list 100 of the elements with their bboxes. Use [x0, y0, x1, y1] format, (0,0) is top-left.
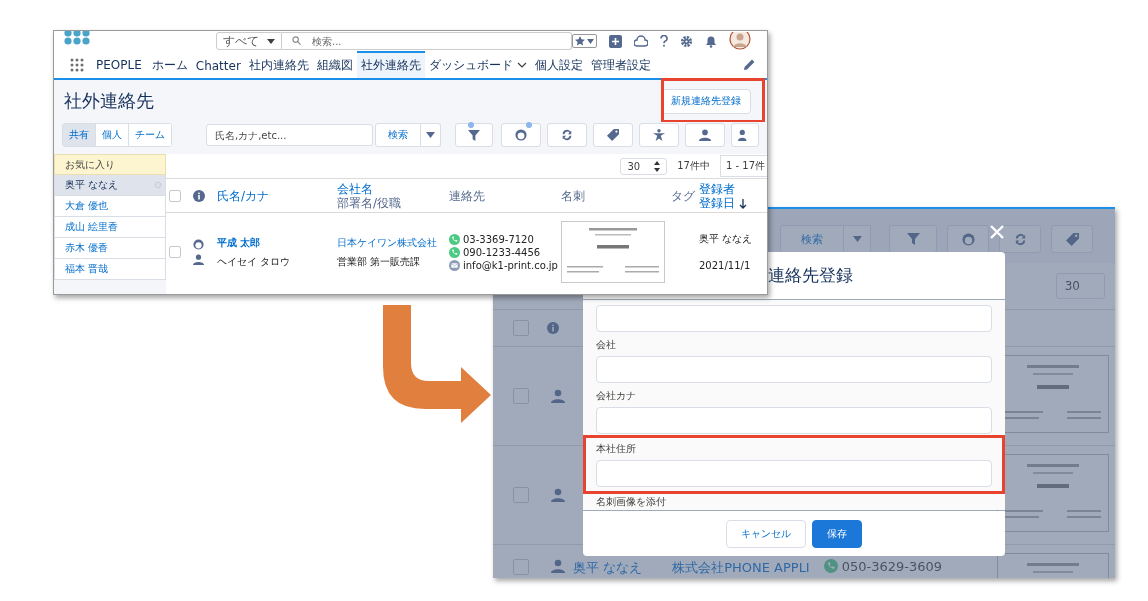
filter-button[interactable]: [454, 123, 493, 147]
search-button[interactable]: 検索: [375, 123, 422, 147]
input-field[interactable]: [596, 460, 992, 487]
phone-number[interactable]: 090-1233-4456: [463, 246, 541, 258]
registrant-name: 奥平 ななえ: [699, 231, 754, 246]
page-size-spinner[interactable]: 30: [1055, 273, 1105, 299]
filter-icon: [467, 129, 480, 141]
sync-icon: [1013, 232, 1027, 246]
tag-button[interactable]: [593, 123, 633, 147]
checkbox[interactable]: [513, 320, 529, 336]
sort-arrow-icon[interactable]: [739, 198, 747, 209]
avatar[interactable]: [729, 32, 751, 50]
column-header: 部署名/役職: [337, 195, 402, 210]
tag-button[interactable]: [1051, 225, 1093, 253]
caret-icon: [587, 38, 594, 44]
nav-tab[interactable]: 組織図: [312, 51, 357, 78]
person-button[interactable]: [685, 123, 725, 147]
field-label: 会社カナ: [596, 389, 637, 403]
favorites-header: お気に入り: [54, 154, 166, 175]
person-icon: [193, 254, 204, 265]
app-launcher-icon[interactable]: [70, 57, 84, 72]
input-field[interactable]: [596, 356, 992, 383]
company-name[interactable]: 日本ケイワン株式会社: [337, 235, 449, 250]
person-icon: [551, 559, 565, 573]
checkbox[interactable]: [169, 246, 181, 258]
checkbox[interactable]: [513, 487, 529, 503]
column-header: 名刺: [561, 188, 585, 203]
favorite-item[interactable]: 大倉 優也: [54, 196, 166, 217]
sync-button[interactable]: [999, 225, 1041, 253]
contact-name[interactable]: 平成 太郎: [217, 235, 337, 250]
close-icon[interactable]: [989, 224, 1005, 240]
result-count: 17件中: [677, 159, 710, 173]
person-icon: [551, 389, 565, 403]
star-person-button[interactable]: [639, 123, 679, 147]
email-icon: [449, 259, 460, 271]
face-button[interactable]: [501, 123, 541, 147]
field-label: 名刺画像を添付: [596, 495, 667, 509]
favorite-item[interactable]: 赤木 優香: [54, 238, 166, 259]
favorites-button[interactable]: [572, 34, 597, 48]
page-title: 社外連絡先: [64, 89, 154, 113]
page-size-spinner[interactable]: 30: [620, 157, 668, 175]
favorite-name[interactable]: 福本 晋哉: [65, 262, 109, 276]
search-field[interactable]: 検索...: [282, 32, 572, 50]
checkbox[interactable]: [513, 388, 529, 404]
favorite-name[interactable]: 奥平 ななえ: [65, 178, 119, 192]
page-range-dropdown[interactable]: 1 - 17件: [719, 155, 767, 177]
nav-tab[interactable]: ホーム: [147, 51, 192, 78]
bell-icon[interactable]: [705, 34, 717, 48]
cloud-icon[interactable]: [634, 35, 648, 47]
registration-date: 2021/11/1: [699, 258, 752, 273]
nav-tab[interactable]: 管理者設定: [586, 51, 655, 78]
favorite-item[interactable]: 成山 絵里香: [54, 217, 166, 238]
checkbox[interactable]: [169, 189, 181, 202]
nav-tab[interactable]: 社外連絡先: [356, 51, 425, 78]
people-button[interactable]: [731, 123, 759, 147]
save-button[interactable]: 保存: [812, 519, 862, 548]
face-button[interactable]: [947, 225, 989, 253]
sync-icon: [561, 129, 573, 141]
scope-tab[interactable]: 共有: [63, 124, 96, 146]
filter-icon: [906, 233, 920, 245]
dropdown-button[interactable]: [844, 225, 871, 253]
scope-dropdown[interactable]: すべて: [216, 32, 282, 50]
star-icon: [575, 36, 585, 46]
sync-button[interactable]: [547, 123, 587, 147]
checkbox[interactable]: [513, 559, 529, 575]
filter-button[interactable]: [889, 225, 937, 253]
favorite-name[interactable]: 成山 絵里香: [65, 220, 119, 234]
field-label: 本社住所: [596, 442, 637, 456]
column-header[interactable]: 登録者: [699, 181, 735, 196]
input-field[interactable]: [596, 407, 992, 434]
favorite-item[interactable]: 福本 晋哉: [54, 259, 166, 280]
nav-tab[interactable]: Chatter: [191, 51, 245, 78]
pencil-icon[interactable]: [744, 59, 755, 70]
column-header[interactable]: 登録日: [699, 195, 735, 210]
nav-tab[interactable]: 社内連絡先: [244, 51, 313, 78]
department: 営業部 第一販売課: [337, 254, 422, 269]
indicator-dot: [468, 122, 474, 128]
input-field[interactable]: [596, 305, 992, 332]
phone-icon: [449, 233, 460, 245]
nav-tab[interactable]: 個人設定: [530, 51, 587, 78]
favorite-name[interactable]: 大倉 優也: [65, 199, 109, 213]
favorite-item[interactable]: 奥平 ななえ: [54, 175, 166, 196]
column-header[interactable]: 会社名: [337, 181, 402, 196]
favorite-name[interactable]: 赤木 優香: [65, 241, 109, 255]
help-icon[interactable]: [660, 35, 668, 47]
email-address[interactable]: info@k1-print.co.jp: [463, 259, 558, 271]
new-contact-button[interactable]: 新規連絡先登録: [661, 88, 751, 114]
tag-icon: [1065, 232, 1079, 246]
phone-icon: [823, 559, 838, 573]
dialog-title: 連絡先登録: [768, 264, 853, 287]
dropdown-button[interactable]: [421, 123, 441, 147]
nav-tab[interactable]: ダッシュボード: [424, 51, 517, 78]
phone-number[interactable]: 03-3369-7120: [463, 233, 534, 245]
field-label: 会社: [596, 338, 617, 352]
column-header[interactable]: 氏名/カナ: [217, 188, 270, 203]
cancel-button[interactable]: キャンセル: [726, 519, 806, 548]
search-icon: [292, 36, 301, 45]
plus-icon[interactable]: [609, 34, 622, 48]
chevron-down-icon[interactable]: [516, 61, 527, 68]
search-field[interactable]: 氏名,カナ,etc...: [206, 124, 374, 146]
